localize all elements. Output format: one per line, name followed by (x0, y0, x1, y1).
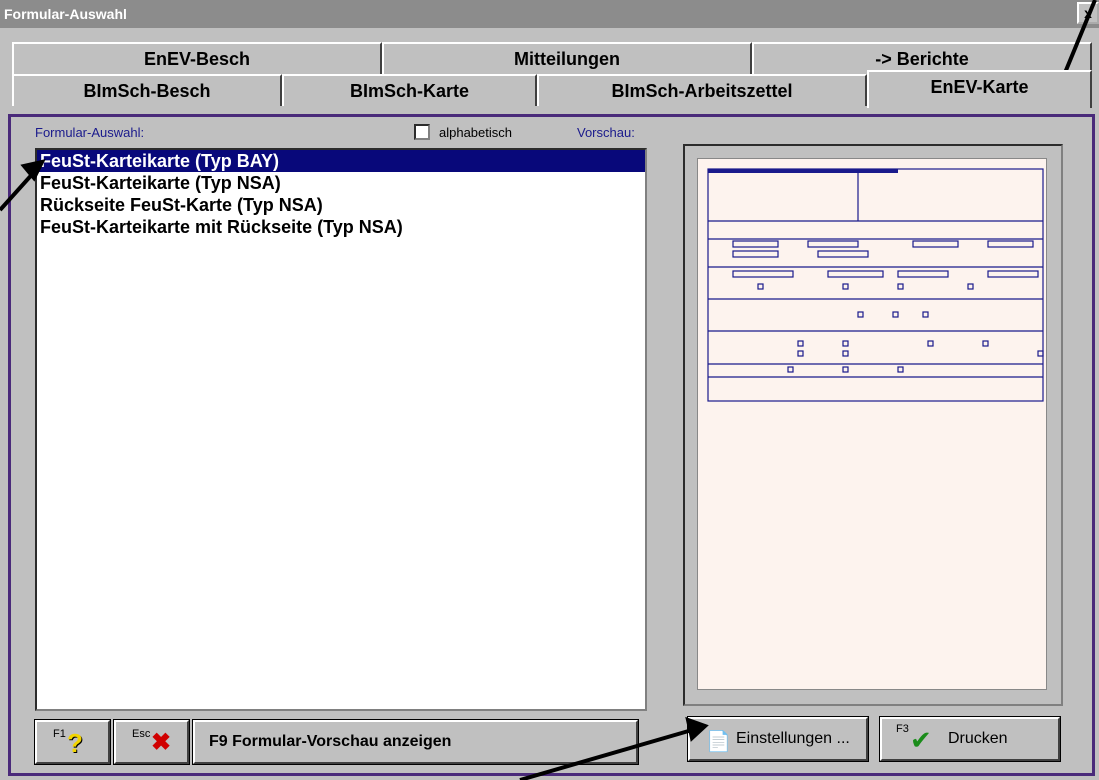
settings-label: Einstellungen ... (736, 730, 850, 747)
window-titlebar: Formular-Auswahl x (0, 0, 1099, 28)
help-icon: ? (67, 728, 83, 758)
check-icon: ✔ (910, 725, 932, 755)
tab-mitteilungen[interactable]: Mitteilungen (382, 42, 752, 74)
form-preview-button[interactable]: F9 Formular-Vorschau anzeigen (192, 719, 639, 765)
print-button[interactable]: F3 ✔ Drucken (879, 716, 1061, 762)
alphabetical-checkbox[interactable] (414, 124, 430, 140)
tab-bimsch-arbeitszettel[interactable]: BImSch-Arbeitszettel (537, 74, 867, 106)
esc-button[interactable]: Esc ✖ (113, 719, 190, 765)
list-item[interactable]: Rückseite FeuSt-Karte (Typ NSA) (37, 194, 645, 216)
print-key-label: F3 (896, 723, 909, 735)
list-item[interactable]: FeuSt-Karteikarte mit Rückseite (Typ NSA… (37, 216, 645, 238)
preview-pane (683, 144, 1063, 706)
settings-button[interactable]: 📄 Einstellungen ... (687, 716, 869, 762)
tab-enev-besch[interactable]: EnEV-Besch (12, 42, 382, 74)
form-list-label: Formular-Auswahl: (35, 125, 145, 140)
form-preview-drawing (707, 168, 1044, 402)
tab-enev-karte[interactable]: EnEV-Karte (867, 70, 1092, 108)
esc-key-label: Esc (132, 728, 151, 740)
form-preview-thumbnail (697, 158, 1047, 690)
print-label: Drucken (948, 730, 1008, 747)
tab-bimsch-karte[interactable]: BImSch-Karte (282, 74, 537, 106)
help-button[interactable]: F1 ? (34, 719, 111, 765)
list-item[interactable]: FeuSt-Karteikarte (Typ NSA) (37, 172, 645, 194)
close-button[interactable]: x (1077, 2, 1099, 24)
window-title: Formular-Auswahl (4, 6, 127, 22)
tab-bimsch-besch[interactable]: BImSch-Besch (12, 74, 282, 106)
document-icon: 📄 (706, 731, 731, 753)
tab-panel: Formular-Auswahl: alphabetisch Vorschau:… (8, 114, 1095, 776)
help-key-label: F1 (53, 728, 66, 740)
alphabetical-label: alphabetisch (439, 125, 512, 140)
form-listbox[interactable]: FeuSt-Karteikarte (Typ BAY) FeuSt-Kartei… (35, 148, 647, 711)
close-icon: ✖ (151, 729, 172, 756)
list-item[interactable]: FeuSt-Karteikarte (Typ BAY) (37, 150, 645, 172)
preview-label: Vorschau: (577, 125, 635, 140)
